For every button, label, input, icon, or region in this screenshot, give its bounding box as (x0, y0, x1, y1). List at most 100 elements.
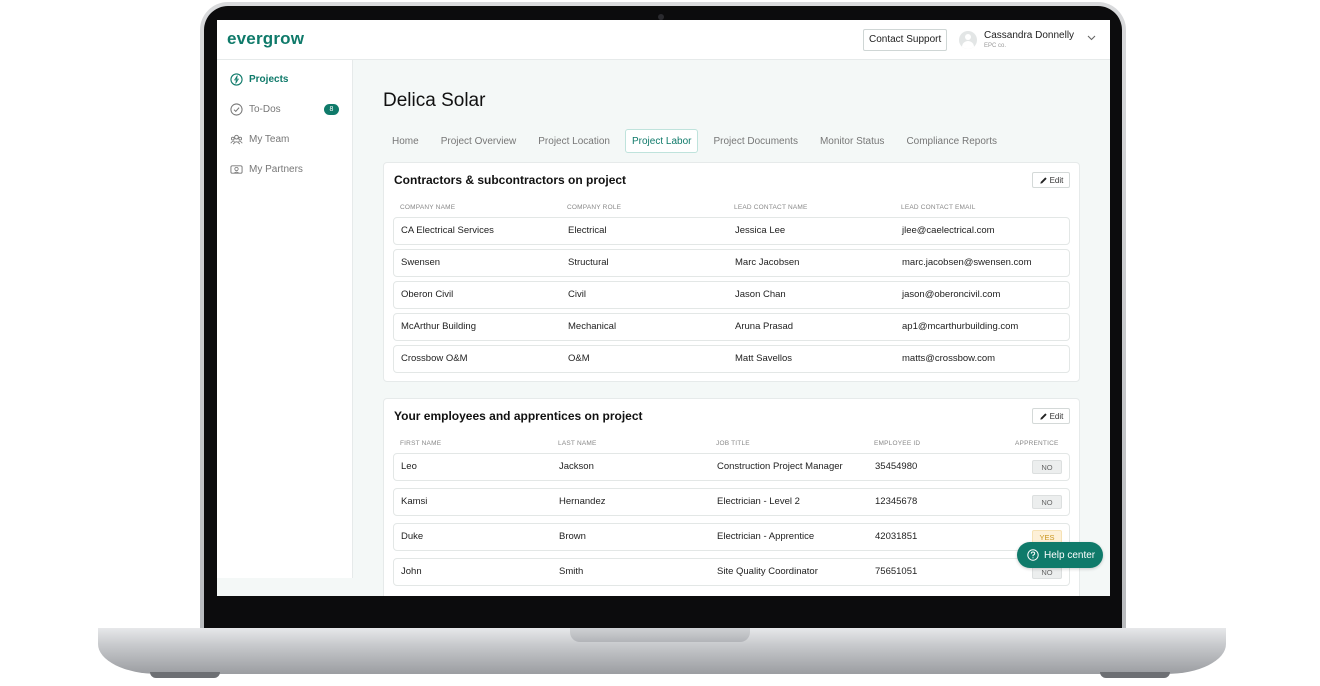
sidebar-item-my-team[interactable]: My Team (230, 131, 289, 147)
tab-monitor-status[interactable]: Monitor Status (813, 129, 891, 153)
apprentice-badge: NO (1032, 495, 1062, 509)
company-role-cell: O&M (568, 353, 590, 364)
last-name-cell: Brown (559, 531, 586, 542)
lead-contact-cell: Matt Savellos (735, 353, 793, 364)
last-name-cell: Hernandez (559, 496, 606, 507)
company-name-cell: CA Electrical Services (401, 225, 494, 236)
column-header: Company Role (567, 204, 622, 211)
tab-project-documents[interactable]: Project Documents (706, 129, 804, 153)
sidebar-item-label: To-Dos (249, 103, 281, 115)
last-name-cell: Smith (559, 566, 584, 577)
sidebar-item-label: Projects (249, 73, 289, 85)
column-header: Job Title (716, 440, 750, 447)
card-title: Your employees and apprentices on projec… (394, 409, 643, 423)
column-header: Employee ID (874, 440, 921, 447)
company-role-cell: Civil (568, 289, 586, 300)
job-title-cell: Electrician - Level 2 (717, 496, 800, 507)
company-name-cell: Crossbow O&M (401, 353, 468, 364)
user-name[interactable]: Cassandra Donnelly (984, 30, 1074, 41)
top-bar: evergrow Contact Support Cassandra Donne… (217, 20, 1110, 60)
edit-employees-button[interactable]: Edit (1032, 408, 1070, 424)
employee-id-cell: 42031851 (875, 531, 918, 542)
team-icon (230, 134, 243, 144)
company-name-cell: McArthur Building (401, 321, 476, 332)
lead-email-cell: matts@crossbow.com (902, 353, 996, 364)
last-name-cell: Jackson (559, 461, 594, 472)
employee-id-cell: 35454980 (875, 461, 918, 472)
pencil-icon (1039, 412, 1047, 420)
tab-home[interactable]: Home (383, 129, 426, 153)
help-icon (1027, 549, 1039, 561)
lead-email-cell: ap1@mcarthurbuilding.com (902, 321, 1019, 332)
tab-project-location[interactable]: Project Location (531, 129, 617, 153)
table-row[interactable]: Swensen Structural Marc Jacobsen marc.ja… (393, 249, 1070, 277)
tab-project-overview[interactable]: Project Overview (434, 129, 524, 153)
column-header: Lead Contact Email (901, 204, 976, 211)
check-circle-icon (230, 102, 243, 116)
laptop-foot-right (1100, 672, 1170, 678)
help-center-label: Help center (1044, 549, 1096, 561)
sidebar-item-label: My Partners (249, 163, 303, 175)
job-title-cell: Construction Project Manager (717, 461, 843, 472)
contractors-card: Contractors & subcontractors on project … (383, 162, 1080, 382)
employees-card: Your employees and apprentices on projec… (383, 398, 1080, 596)
company-name-cell: Swensen (401, 257, 441, 268)
apprentice-badge: NO (1032, 460, 1062, 474)
contact-support-button[interactable]: Contact Support (863, 29, 948, 51)
column-header: Company Name (400, 204, 456, 211)
column-header: Apprentice (1015, 440, 1059, 447)
tab-bar: Home Project Overview Project Location P… (383, 128, 1012, 154)
lead-email-cell: jason@oberoncivil.com (902, 289, 1001, 300)
table-row[interactable]: Duke Brown Electrician - Apprentice 4203… (393, 523, 1070, 551)
lead-contact-cell: Jessica Lee (735, 225, 786, 236)
column-header: First Name (400, 440, 442, 447)
avatar[interactable] (959, 31, 977, 49)
laptop-foot-left (150, 672, 220, 678)
sidebar-item-projects[interactable]: Projects (230, 71, 288, 87)
employee-id-cell: 12345678 (875, 496, 918, 507)
app-screen: evergrow Contact Support Cassandra Donne… (217, 20, 1110, 596)
lead-contact-cell: Jason Chan (735, 289, 786, 300)
card-title: Contractors & subcontractors on project (394, 173, 627, 187)
sidebar-item-my-partners[interactable]: My Partners (230, 161, 303, 177)
main-content: Delica Solar Home Project Overview Proje… (354, 60, 1110, 596)
first-name-cell: Duke (401, 531, 424, 542)
user-org: EPC co. (984, 43, 1007, 49)
sidebar-item-todos[interactable]: To-Dos (230, 101, 281, 117)
laptop-notch (570, 628, 750, 642)
company-role-cell: Electrical (568, 225, 607, 236)
table-row[interactable]: Leo Jackson Construction Project Manager… (393, 453, 1070, 481)
logo[interactable]: evergrow (227, 29, 304, 49)
first-name-cell: Leo (401, 461, 417, 472)
tab-project-labor[interactable]: Project Labor (624, 129, 699, 153)
lead-contact-cell: Marc Jacobsen (735, 257, 800, 268)
edit-contractors-button[interactable]: Edit (1032, 172, 1070, 188)
table-row[interactable]: Crossbow O&M O&M Matt Savellos matts@cro… (393, 345, 1070, 373)
company-name-cell: Oberon Civil (401, 289, 454, 300)
sidebar-item-label: My Team (249, 133, 290, 145)
table-row[interactable]: Oberon Civil Civil Jason Chan jason@ober… (393, 281, 1070, 309)
lightning-icon (230, 72, 243, 86)
lead-email-cell: jlee@caelectrical.com (902, 225, 995, 236)
pencil-icon (1039, 176, 1047, 184)
edit-label: Edit (1049, 411, 1064, 421)
employee-id-cell: 75651051 (875, 566, 918, 577)
table-row[interactable]: Kamsi Hernandez Electrician - Level 2 12… (393, 488, 1070, 516)
company-role-cell: Structural (568, 257, 609, 268)
table-row[interactable]: John Smith Site Quality Coordinator 7565… (393, 558, 1070, 586)
help-center-button[interactable]: Help center (1017, 542, 1103, 568)
column-header: Lead Contact Name (734, 204, 808, 211)
column-header: Last Name (558, 440, 597, 447)
table-row[interactable]: McArthur Building Mechanical Aruna Prasa… (393, 313, 1070, 341)
tab-compliance-reports[interactable]: Compliance Reports (899, 129, 1004, 153)
lead-email-cell: marc.jacobsen@swensen.com (902, 257, 1032, 268)
edit-label: Edit (1049, 175, 1064, 185)
job-title-cell: Site Quality Coordinator (717, 566, 818, 577)
first-name-cell: Kamsi (401, 496, 428, 507)
page-title: Delica Solar (383, 90, 486, 111)
todo-count-badge: 8 (324, 104, 339, 115)
chevron-down-icon[interactable] (1087, 33, 1096, 43)
sidebar: Projects To-Dos 8 My Team My Partners (217, 60, 353, 578)
table-row[interactable]: CA Electrical Services Electrical Jessic… (393, 217, 1070, 245)
company-role-cell: Mechanical (568, 321, 617, 332)
